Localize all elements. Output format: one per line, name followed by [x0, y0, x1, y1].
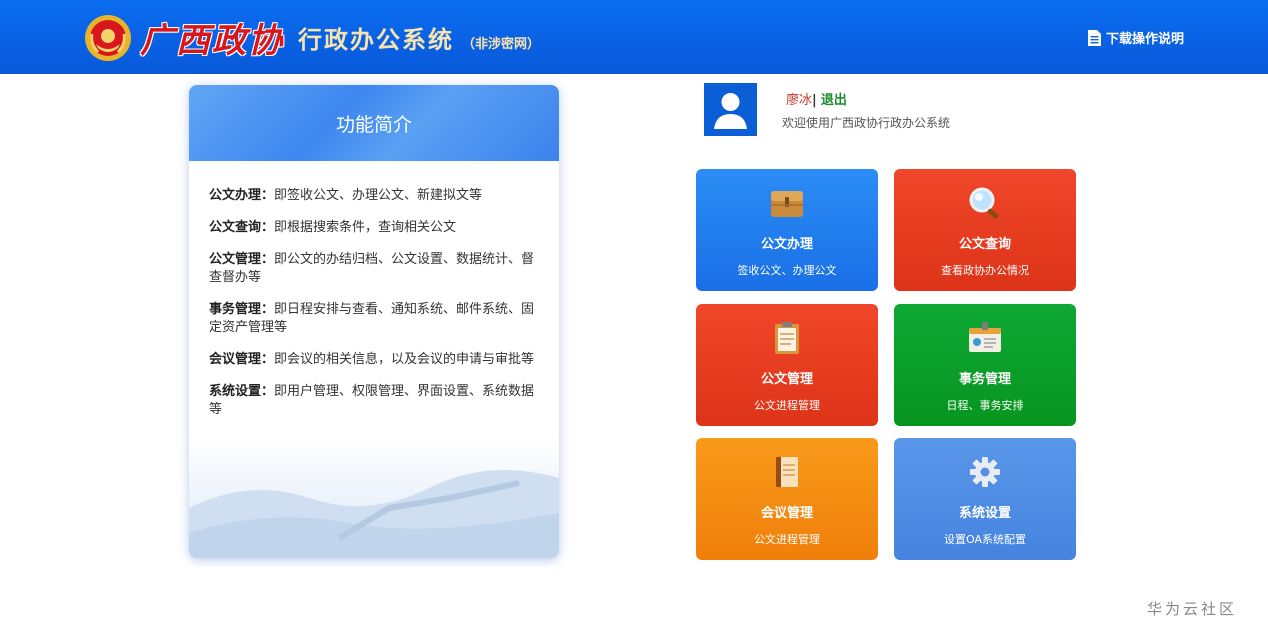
gear-icon	[970, 457, 1000, 487]
logout-link[interactable]: 退出	[821, 93, 847, 108]
tile-title: 会议管理	[760, 506, 813, 521]
intro-item: 公文管理：即公文的办结归档、公文设置、数据统计、督查督办等	[209, 252, 535, 285]
user-avatar	[704, 83, 757, 136]
tile-meeting-management[interactable]: 会议管理 公文进程管理	[696, 438, 878, 560]
intro-item: 系统设置：即用户管理、权限管理、界面设置、系统数据等	[209, 384, 535, 417]
magnifier-icon	[969, 187, 999, 219]
id-card-icon	[969, 322, 1001, 352]
tile-title: 公文查询	[958, 237, 1011, 252]
great-wall-background	[189, 438, 559, 558]
welcome-text: 欢迎使用广西政协行政办公系统	[782, 116, 951, 130]
tile-desc: 公文进程管理	[754, 533, 820, 546]
intro-item: 会议管理：即会议的相关信息，以及会议的申请与审批等	[209, 352, 535, 367]
briefcase-icon	[771, 191, 803, 217]
brand: 广西政协 行政办公系统 （非涉密网）	[140, 14, 541, 61]
tile-desc: 公文进程管理	[754, 399, 820, 412]
watermark: 华为云社区	[1147, 600, 1238, 618]
tile-document-query[interactable]: 公文查询 查看政协办公情况	[894, 169, 1076, 291]
tile-title: 公文管理	[760, 372, 813, 387]
network-label: （非涉密网）	[462, 36, 541, 52]
tile-desc: 日程、事务安排	[946, 399, 1024, 412]
top-header: 广西政协 行政办公系统 （非涉密网） 下载操作说明	[0, 0, 1268, 74]
user-line: 廖冰| 退出	[786, 89, 847, 108]
tile-affairs-management[interactable]: 事务管理 日程、事务安排	[894, 304, 1076, 426]
tile-title: 公文办理	[760, 237, 813, 252]
feature-intro-card: 功能简介 公文办理：即签收公文、办理公文、新建拟文等 公文查询：即根据搜索条件，…	[189, 85, 559, 558]
tile-document-processing[interactable]: 公文办理 签收公文、办理公文	[696, 169, 878, 291]
cppcc-emblem-icon	[85, 15, 131, 61]
tile-title: 事务管理	[958, 372, 1011, 387]
intro-heading: 功能简介	[335, 113, 412, 136]
clipboard-icon	[775, 322, 799, 354]
intro-item: 公文办理：即签收公文、办理公文、新建拟文等	[209, 188, 483, 203]
intro-list: 公文办理：即签收公文、办理公文、新建拟文等 公文查询：即根据搜索条件，查询相关公…	[189, 161, 559, 419]
separator: |	[812, 93, 817, 108]
user-name: 廖冰	[786, 93, 813, 108]
tile-system-settings[interactable]: 系统设置 设置OA系统配置	[894, 438, 1076, 560]
document-icon	[1088, 29, 1101, 46]
tile-desc: 设置OA系统配置	[944, 533, 1026, 546]
tile-document-management[interactable]: 公文管理 公文进程管理	[696, 304, 878, 426]
intro-item: 事务管理：即日程安排与查看、通知系统、邮件系统、固定资产管理等	[209, 302, 535, 335]
brand-script: 广西政协	[140, 20, 284, 61]
tile-title: 系统设置	[958, 506, 1011, 521]
intro-item: 公文查询：即根据搜索条件，查询相关公文	[209, 220, 457, 235]
system-title: 行政办公系统	[298, 25, 454, 54]
download-manual-link[interactable]: 下载操作说明	[1088, 28, 1184, 47]
intro-header: 功能简介	[189, 85, 559, 161]
book-icon	[776, 457, 798, 487]
tile-desc: 查看政协办公情况	[941, 264, 1029, 277]
download-manual-label: 下载操作说明	[1106, 32, 1185, 47]
user-icon	[714, 93, 747, 129]
tile-desc: 签收公文、办理公文	[737, 264, 837, 277]
